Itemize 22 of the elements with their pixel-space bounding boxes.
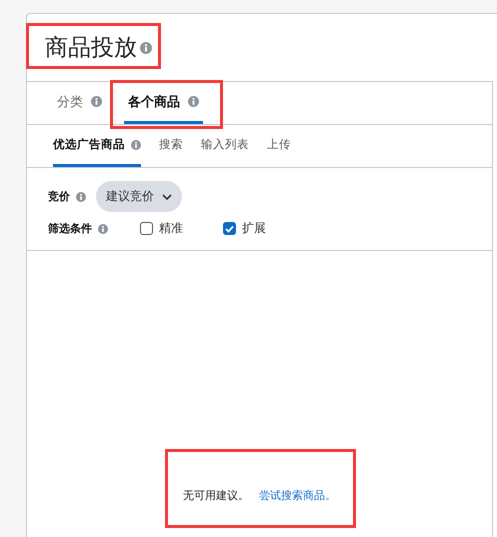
- chevron-down-icon: [162, 194, 172, 200]
- bid-label: 竞价: [48, 189, 70, 204]
- info-icon: [91, 96, 102, 107]
- tab[interactable]: 优选广告商品: [53, 125, 141, 167]
- info-icon: [98, 224, 108, 234]
- checkbox[interactable]: [223, 222, 236, 235]
- info-icon: [140, 42, 152, 54]
- bid-dropdown[interactable]: 建议竞价: [96, 181, 182, 212]
- page-title: 商品投放: [45, 32, 152, 63]
- filter-label: 筛选条件: [48, 221, 92, 236]
- search-link[interactable]: 尝试搜索商品。: [259, 489, 336, 502]
- option-label: 扩展: [242, 220, 266, 237]
- info-icon: [76, 192, 86, 202]
- tab[interactable]: 搜索: [159, 125, 183, 167]
- empty-message: 无可用建议。 尝试搜索商品。: [183, 488, 336, 503]
- tab[interactable]: 输入列表: [201, 125, 249, 167]
- option-label: 精准: [159, 220, 183, 237]
- tab[interactable]: 分类: [57, 82, 102, 124]
- tab[interactable]: 上传: [267, 125, 291, 167]
- info-icon: [188, 96, 199, 107]
- checkbox[interactable]: [140, 222, 153, 235]
- tab[interactable]: 各个商品: [124, 82, 203, 124]
